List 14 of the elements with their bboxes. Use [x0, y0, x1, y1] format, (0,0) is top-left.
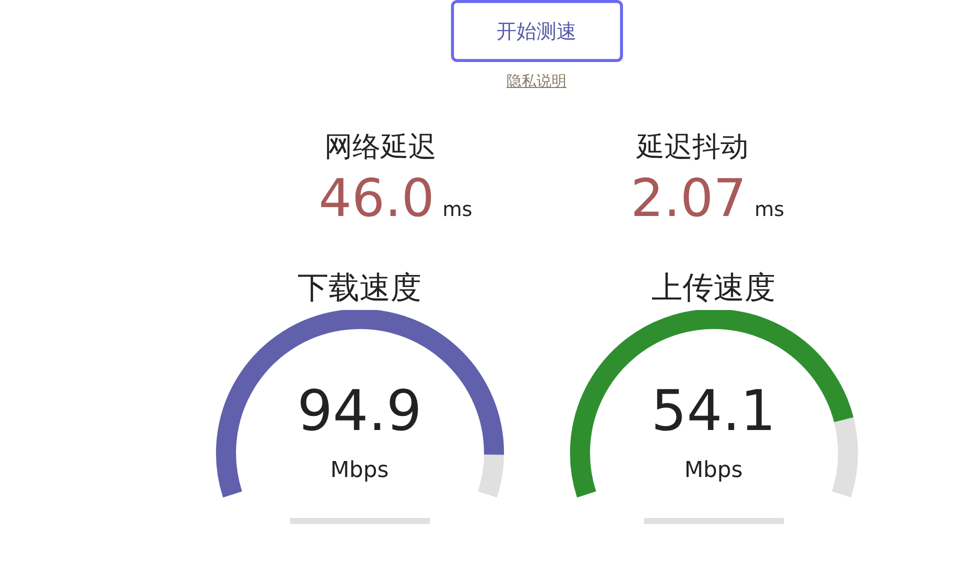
metric-title: 网络延迟 — [324, 132, 436, 160]
metric-unit: ms — [754, 198, 784, 218]
speed-unit: Mbps — [330, 460, 389, 482]
start-test-button[interactable]: 开始测速 — [450, 0, 622, 62]
gauge-title: 下载速度 — [298, 272, 422, 304]
metric-unit: ms — [442, 198, 472, 218]
speed-unit: Mbps — [684, 460, 743, 482]
metric-value: 46.0 — [318, 172, 434, 224]
privacy-link[interactable]: 隐私说明 — [506, 70, 566, 92]
metric-value: 2.07 — [630, 172, 746, 224]
speed-value: 54.1 — [651, 384, 776, 440]
speed-value: 94.9 — [297, 384, 422, 440]
metric-title: 延迟抖动 — [636, 132, 748, 160]
gauge-title: 上传速度 — [652, 272, 776, 304]
